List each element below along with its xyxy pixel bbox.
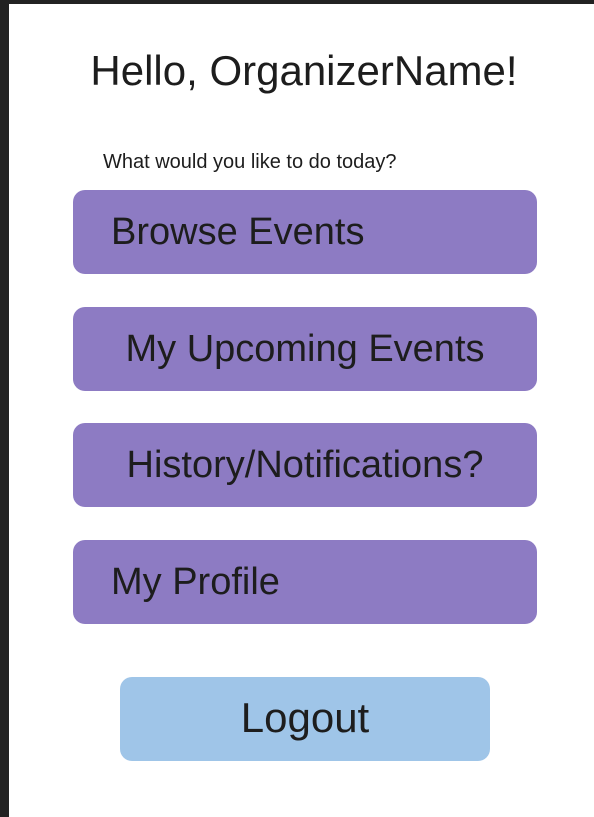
browse-events-button[interactable]: Browse Events [73,190,537,274]
my-profile-button[interactable]: My Profile [73,540,537,624]
logout-button[interactable]: Logout [120,677,490,761]
history-notifications-button[interactable]: History/Notifications? [73,423,537,507]
my-upcoming-events-button[interactable]: My Upcoming Events [73,307,537,391]
home-screen: Hello, OrganizerName! What would you lik… [9,4,594,817]
greeting-title: Hello, OrganizerName! [90,47,518,94]
prompt-text: What would you like to do today? [103,151,397,173]
